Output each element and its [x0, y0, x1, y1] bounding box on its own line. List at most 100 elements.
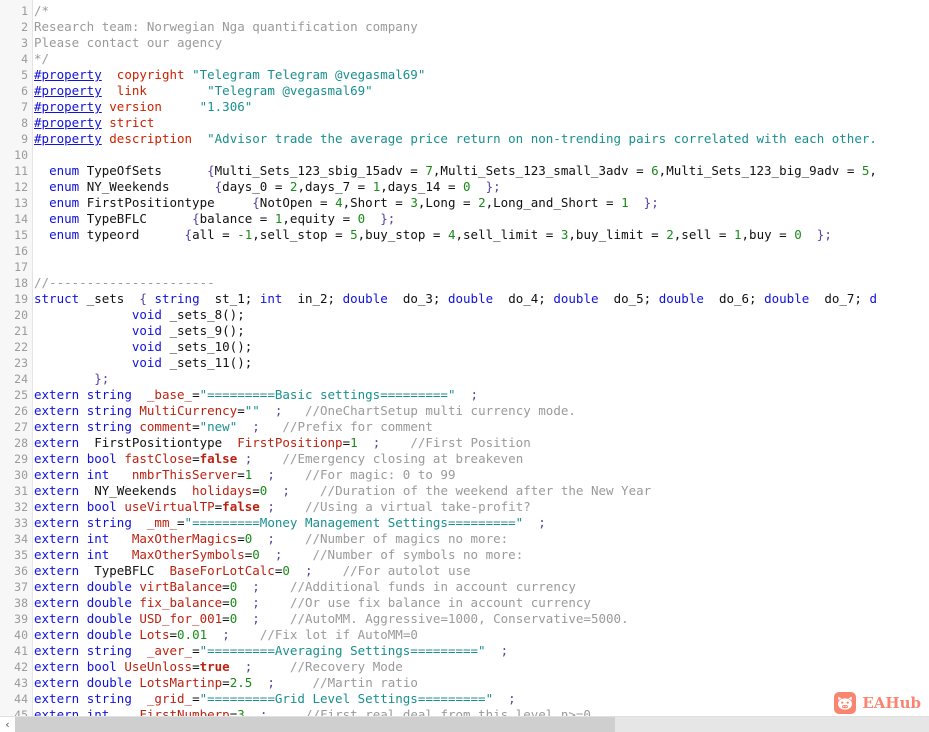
- code-line[interactable]: extern int nmbrThisServer=1 ; //For magi…: [34, 467, 877, 483]
- code-line[interactable]: extern string comment="new" ; //Prefix f…: [34, 419, 877, 435]
- line-number: 19: [14, 292, 28, 306]
- code-token-pre: #property: [34, 115, 102, 130]
- code-token-plain: ,sell_stop =: [252, 227, 351, 242]
- code-line[interactable]: void _sets_10();: [34, 339, 877, 355]
- code-token-plain: =: [237, 403, 245, 418]
- code-line[interactable]: extern string _grid_="=========Grid Leve…: [34, 691, 877, 707]
- code-token-punc: ;: [500, 643, 509, 658]
- code-line[interactable]: Please contact our agency: [34, 35, 877, 51]
- code-line[interactable]: #property link "Telegram @vegasmal69": [34, 83, 877, 99]
- code-line[interactable]: extern string _aver_="=========Averaging…: [34, 643, 877, 659]
- code-token-punc: {: [139, 291, 147, 306]
- code-line[interactable]: //----------------------: [34, 275, 877, 291]
- code-token-kw: extern: [34, 435, 80, 450]
- code-token-cmt: /*: [34, 3, 50, 18]
- code-line[interactable]: extern FirstPositiontype FirstPositionp=…: [34, 435, 877, 451]
- code-line[interactable]: extern NY_Weekends holidays=0 ; //Durati…: [34, 483, 877, 499]
- code-token-punc: ;: [252, 579, 260, 594]
- code-token-id: Lots: [139, 627, 170, 642]
- code-line[interactable]: [34, 259, 877, 275]
- code-line[interactable]: enum TypeOfSets {Multi_Sets_123_sbig_15a…: [34, 163, 877, 179]
- code-line[interactable]: #property copyright "Telegram Telegram @…: [34, 67, 877, 83]
- code-line[interactable]: };: [34, 371, 877, 387]
- code-token-prop: copyright: [116, 67, 185, 82]
- code-token-kw: double: [86, 675, 132, 690]
- code-token-cmt: */: [34, 51, 50, 66]
- code-token-plain: ,Long_and_Short =: [485, 195, 622, 210]
- code-line[interactable]: void _sets_11();: [34, 355, 877, 371]
- horizontal-scrollbar[interactable]: ‹: [0, 716, 929, 732]
- code-token-plain: _sets_8();: [161, 307, 245, 322]
- code-line[interactable]: enum NY_Weekends {days_0 = 2,days_7 = 1,…: [34, 179, 877, 195]
- code-line[interactable]: /*: [34, 3, 877, 19]
- code-line[interactable]: extern string _base_="=========Basic set…: [34, 387, 877, 403]
- code-line[interactable]: enum FirstPositiontype {NotOpen = 4,Shor…: [34, 195, 877, 211]
- code-token-punc: ;: [470, 387, 479, 402]
- code-line[interactable]: void _sets_8();: [34, 307, 877, 323]
- scrollbar-track[interactable]: [15, 717, 929, 732]
- code-line[interactable]: [34, 147, 877, 163]
- code-editor[interactable]: 1 2 3 4 5 6 7 8 9 10 11 12 13 14 15 16 17 18 19 20 21 22 23 24 2…: [0, 0, 929, 732]
- code-token-str: "=========Averaging Settings=========": [199, 643, 486, 658]
- code-token-plain: st_1;: [199, 291, 260, 306]
- code-line[interactable]: extern int FirstNumberp=3 ; //First real…: [34, 707, 877, 716]
- code-token-cmt: //Using a virtual take-profit?: [304, 499, 531, 514]
- line-number: 8: [21, 116, 28, 130]
- code-content[interactable]: /* Research team: Norwegian Nga quantific…: [34, 3, 877, 716]
- code-token-kw: enum: [49, 179, 80, 194]
- code-token-plain: all =: [192, 227, 238, 242]
- code-line[interactable]: extern string _mm_="=========Money Manag…: [34, 515, 877, 531]
- code-line[interactable]: #property strict: [34, 115, 877, 131]
- code-line[interactable]: extern int MaxOtherSymbols=0 ; //Number …: [34, 547, 877, 563]
- scrollbar-thumb[interactable]: [15, 717, 615, 732]
- line-number: 7: [21, 100, 28, 114]
- code-token-pre: #property: [34, 99, 102, 114]
- code-line[interactable]: extern bool fastClose=false ; //Emergenc…: [34, 451, 877, 467]
- code-token-plain: in_2;: [282, 291, 343, 306]
- code-line[interactable]: extern string MultiCurrency="" ; //OneCh…: [34, 403, 877, 419]
- code-line[interactable]: extern TypeBFLC BaseForLotCalc=0 ; //For…: [34, 563, 877, 579]
- code-token-plain: TypeOfSets: [79, 163, 208, 178]
- code-line[interactable]: #property version "1.306": [34, 99, 877, 115]
- code-token-num: 0: [794, 227, 802, 242]
- code-token-kw: extern: [34, 707, 80, 716]
- code-line[interactable]: void _sets_9();: [34, 323, 877, 339]
- scroll-left-arrow-icon[interactable]: ‹: [0, 717, 15, 732]
- line-number: 24: [14, 372, 28, 386]
- code-line[interactable]: extern bool UseUnloss=true ; //Recovery …: [34, 659, 877, 675]
- code-token-kw: extern: [34, 659, 80, 674]
- code-token-plain: =: [222, 675, 230, 690]
- code-line[interactable]: extern double LotsMartinp=2.5 ; //Martin…: [34, 675, 877, 691]
- code-line[interactable]: */: [34, 51, 877, 67]
- code-line[interactable]: enum TypeBFLC {balance = 1,equity = 0 };: [34, 211, 877, 227]
- code-line[interactable]: [34, 243, 877, 259]
- code-line[interactable]: extern bool useVirtualTP=false ; //Using…: [34, 499, 877, 515]
- line-number: 27: [14, 420, 28, 434]
- code-scroll-area[interactable]: /* Research team: Norwegian Nga quantific…: [34, 0, 929, 716]
- code-token-kw: extern: [34, 387, 80, 402]
- code-token-plain: =: [169, 627, 178, 642]
- code-line[interactable]: extern double virtBalance=0 ; //Addition…: [34, 579, 877, 595]
- code-line[interactable]: extern double Lots=0.01 ; //Fix lot if A…: [34, 627, 877, 643]
- code-line[interactable]: extern double fix_balance=0 ; //Or use f…: [34, 595, 877, 611]
- code-token-punc: };: [485, 179, 501, 194]
- line-number: 6: [21, 84, 28, 98]
- code-token-plain: ,equity =: [282, 211, 358, 226]
- code-line[interactable]: #property description "Advisor trade the…: [34, 131, 877, 147]
- code-line[interactable]: extern int MaxOtherMagics=0 ; //Number o…: [34, 531, 877, 547]
- code-line[interactable]: enum typeord {all = -1,sell_stop = 5,buy…: [34, 227, 877, 243]
- code-line[interactable]: struct _sets { string st_1; int in_2; do…: [34, 291, 877, 307]
- code-line[interactable]: Research team: Norwegian Nga quantificat…: [34, 19, 877, 35]
- code-line[interactable]: extern double USD_for_001=0 ; //AutoMM. …: [34, 611, 877, 627]
